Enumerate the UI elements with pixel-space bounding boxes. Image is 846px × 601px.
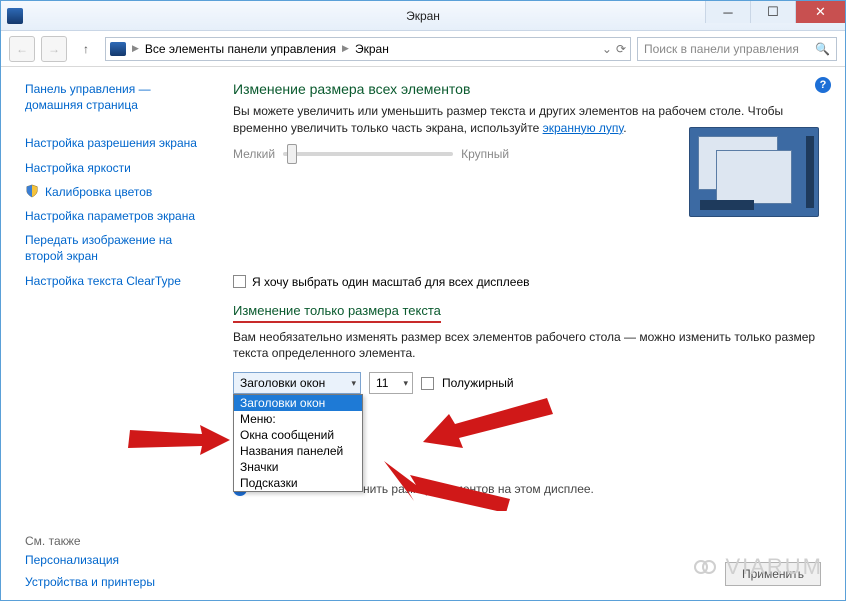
slider-thumb[interactable]: [287, 144, 297, 164]
one-scale-label: Я хочу выбрать один масштаб для всех дис…: [252, 275, 530, 289]
slider-large-label: Крупный: [461, 147, 509, 161]
heading-resize-all: Изменение размера всех элементов: [233, 81, 823, 97]
address-bar[interactable]: ▶ Все элементы панели управления ▶ Экран…: [105, 37, 631, 61]
sidebar-link-devices[interactable]: Устройства и принтеры: [25, 574, 201, 590]
up-button[interactable]: ↑: [73, 36, 99, 62]
chevron-right-icon: ▶: [130, 43, 141, 54]
titlebar: Экран ─ ☐ ✕: [1, 1, 845, 31]
back-button[interactable]: ←: [9, 36, 35, 62]
sidebar-link-cleartype[interactable]: Настройка текста ClearType: [25, 273, 201, 289]
main-content: ? Изменение размера всех элементов Вы мо…: [211, 67, 845, 600]
dropdown-option[interactable]: Подсказки: [234, 475, 362, 491]
sidebar-link-personalization[interactable]: Персонализация: [25, 552, 201, 568]
shield-icon: [25, 184, 39, 198]
slider-small-label: Мелкий: [233, 147, 275, 161]
chevron-down-icon: ▾: [403, 378, 408, 389]
sidebar-link-project[interactable]: Передать изображение на второй экран: [25, 232, 201, 264]
app-icon: [7, 8, 23, 24]
preview-image: [689, 127, 819, 217]
text-size-paragraph: Вам необязательно изменять размер всех э…: [233, 329, 823, 363]
dropdown-option[interactable]: Значки: [234, 459, 362, 475]
magnifier-link[interactable]: экранную лупу: [543, 121, 624, 135]
search-icon: 🔍: [815, 42, 830, 56]
sidebar-link-brightness[interactable]: Настройка яркости: [25, 160, 201, 176]
breadcrumb-leaf[interactable]: Экран: [351, 42, 393, 56]
element-dropdown[interactable]: Заголовки оконМеню:Окна сообщенийНазвани…: [233, 394, 363, 492]
one-scale-checkbox[interactable]: [233, 275, 246, 288]
dropdown-icon[interactable]: ⌄: [602, 42, 612, 56]
toolbar: ← → ↑ ▶ Все элементы панели управления ▶…: [1, 31, 845, 67]
font-size-select[interactable]: 11 ▾: [369, 372, 413, 394]
see-also-label: См. также: [25, 534, 201, 548]
search-input[interactable]: Поиск в панели управления 🔍: [637, 37, 837, 61]
apply-button[interactable]: Применить: [725, 562, 821, 586]
size-slider[interactable]: [283, 152, 453, 156]
window-title: Экран: [406, 9, 440, 23]
heading-text-size: Изменение только размера текста: [233, 303, 441, 323]
help-icon[interactable]: ?: [815, 77, 831, 93]
control-panel-home[interactable]: Панель управления — домашняя страница: [25, 81, 201, 113]
dropdown-option[interactable]: Заголовки окон: [234, 395, 362, 411]
dropdown-option[interactable]: Окна сообщений: [234, 427, 362, 443]
refresh-icon[interactable]: ⟳: [616, 42, 626, 56]
sidebar: Панель управления — домашняя страница На…: [1, 67, 211, 600]
chevron-right-icon: ▶: [340, 43, 351, 54]
folder-icon: [110, 42, 126, 56]
dropdown-option[interactable]: Названия панелей: [234, 443, 362, 459]
chevron-down-icon: ▾: [351, 378, 356, 389]
sidebar-link-resolution[interactable]: Настройка разрешения экрана: [25, 135, 201, 151]
search-placeholder: Поиск в панели управления: [644, 42, 799, 56]
forward-button[interactable]: →: [41, 36, 67, 62]
dropdown-option[interactable]: Меню:: [234, 411, 362, 427]
sidebar-link-display-params[interactable]: Настройка параметров экрана: [25, 208, 201, 224]
close-button[interactable]: ✕: [795, 1, 845, 23]
bold-checkbox[interactable]: [421, 377, 434, 390]
breadcrumb-root[interactable]: Все элементы панели управления: [141, 42, 340, 56]
sidebar-link-calibrate[interactable]: Калибровка цветов: [25, 184, 201, 200]
minimize-button[interactable]: ─: [705, 1, 750, 23]
maximize-button[interactable]: ☐: [750, 1, 795, 23]
bold-label: Полужирный: [442, 376, 514, 390]
element-select[interactable]: Заголовки окон ▾: [233, 372, 361, 394]
